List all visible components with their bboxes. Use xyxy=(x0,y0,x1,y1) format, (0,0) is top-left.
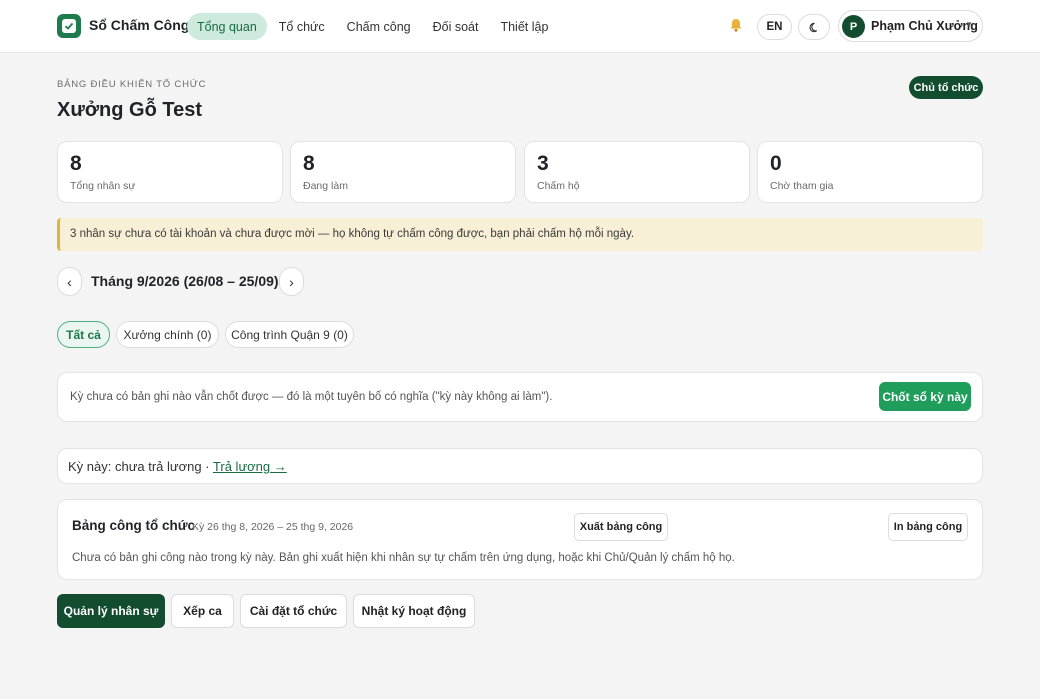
stat-value: 0 xyxy=(770,152,782,175)
stat-label: Chờ tham gia xyxy=(770,180,834,192)
activity-log-button[interactable]: Nhật ký hoạt động xyxy=(353,594,475,628)
period-label: Tháng 9/2026 (26/08 – 25/09) xyxy=(91,273,279,289)
payroll-status-text: Kỳ này: chưa trả lương · xyxy=(68,459,213,474)
schedule-shifts-button[interactable]: Xếp ca xyxy=(171,594,234,628)
avatar: P xyxy=(842,15,865,38)
nav-item-reconciliation[interactable]: Đối soát xyxy=(423,13,489,40)
theme-toggle-button[interactable] xyxy=(798,14,830,40)
filter-district-9-site[interactable]: Công trình Quận 9 (0) xyxy=(225,321,354,348)
stat-label: Tổng nhân sự xyxy=(70,180,136,192)
page-eyebrow: BẢNG ĐIỀU KHIỂN TỔ CHỨC xyxy=(57,79,207,90)
nav-item-overview[interactable]: Tổng quan xyxy=(187,13,267,40)
stat-card-proxy-checkin: 3 Chấm hộ xyxy=(524,141,750,203)
stat-card-working: 8 Đang làm xyxy=(290,141,516,203)
moon-icon xyxy=(809,22,817,32)
user-name: Phạm Chủ Xưởng xyxy=(871,19,978,33)
nav-item-attendance[interactable]: Chấm công xyxy=(337,13,421,40)
payroll-status: Kỳ này: chưa trả lương · Trả lương → xyxy=(68,459,287,474)
stat-label: Đang làm xyxy=(303,180,348,192)
previous-period-button[interactable]: ‹ xyxy=(57,267,82,296)
nav-item-settings[interactable]: Thiết lập xyxy=(490,13,558,40)
nav-item-organization[interactable]: Tổ chức xyxy=(269,13,335,40)
warning-alert: 3 nhân sự chưa có tài khoản và chưa được… xyxy=(57,218,983,251)
app-brand[interactable]: Sổ Chấm Công xyxy=(89,17,189,33)
timesheet-title: Bảng công tổ chức xyxy=(72,518,196,533)
top-bar: Sổ Chấm Công Tổng quan Tổ chức Chấm công… xyxy=(0,0,1040,53)
close-period-text: Kỳ chưa có bản ghi nào vẫn chốt được — đ… xyxy=(70,391,553,403)
stat-value: 3 xyxy=(537,152,549,175)
timesheet-empty-text: Chưa có bản ghi công nào trong kỳ này. B… xyxy=(72,552,735,564)
organization-settings-button[interactable]: Cài đặt tổ chức xyxy=(240,594,347,628)
close-period-button[interactable]: Chốt sổ kỳ này xyxy=(879,382,971,411)
pay-salary-link[interactable]: Trả lương → xyxy=(213,459,287,474)
filter-main-workshop[interactable]: Xưởng chính (0) xyxy=(116,321,219,348)
app-logo-icon[interactable] xyxy=(57,14,81,38)
stat-card-pending: 0 Chờ tham gia xyxy=(757,141,983,203)
filter-all[interactable]: Tất cả xyxy=(57,321,110,348)
next-period-button[interactable]: › xyxy=(279,267,304,296)
main-nav: Tổng quan Tổ chức Chấm công Đối soát Thi… xyxy=(187,13,558,40)
chevron-down-icon: ▼ xyxy=(965,20,973,29)
user-menu-button[interactable]: P Phạm Chủ Xưởng ▼ xyxy=(838,10,983,42)
stat-label: Chấm hộ xyxy=(537,180,580,192)
timesheet-panel: Bảng công tổ chức Kỳ 26 thg 8, 2026 – 25… xyxy=(57,499,983,580)
export-timesheet-button[interactable]: Xuất bảng công xyxy=(574,513,668,541)
manage-staff-button[interactable]: Quản lý nhân sự xyxy=(57,594,165,628)
print-timesheet-button[interactable]: In bảng công xyxy=(888,513,968,541)
stat-card-total-staff: 8 Tổng nhân sự xyxy=(57,141,283,203)
close-period-panel: Kỳ chưa có bản ghi nào vẫn chốt được — đ… xyxy=(57,372,983,422)
role-badge: Chủ tổ chức xyxy=(909,76,983,99)
page-title: Xưởng Gỗ Test xyxy=(57,99,202,121)
payroll-panel: Kỳ này: chưa trả lương · Trả lương → xyxy=(57,448,983,484)
stat-value: 8 xyxy=(70,152,82,175)
stat-value: 8 xyxy=(303,152,315,175)
timesheet-range: Kỳ 26 thg 8, 2026 – 25 thg 9, 2026 xyxy=(192,521,354,533)
language-toggle-button[interactable]: EN xyxy=(757,14,792,40)
notification-bell-icon[interactable] xyxy=(728,17,744,36)
